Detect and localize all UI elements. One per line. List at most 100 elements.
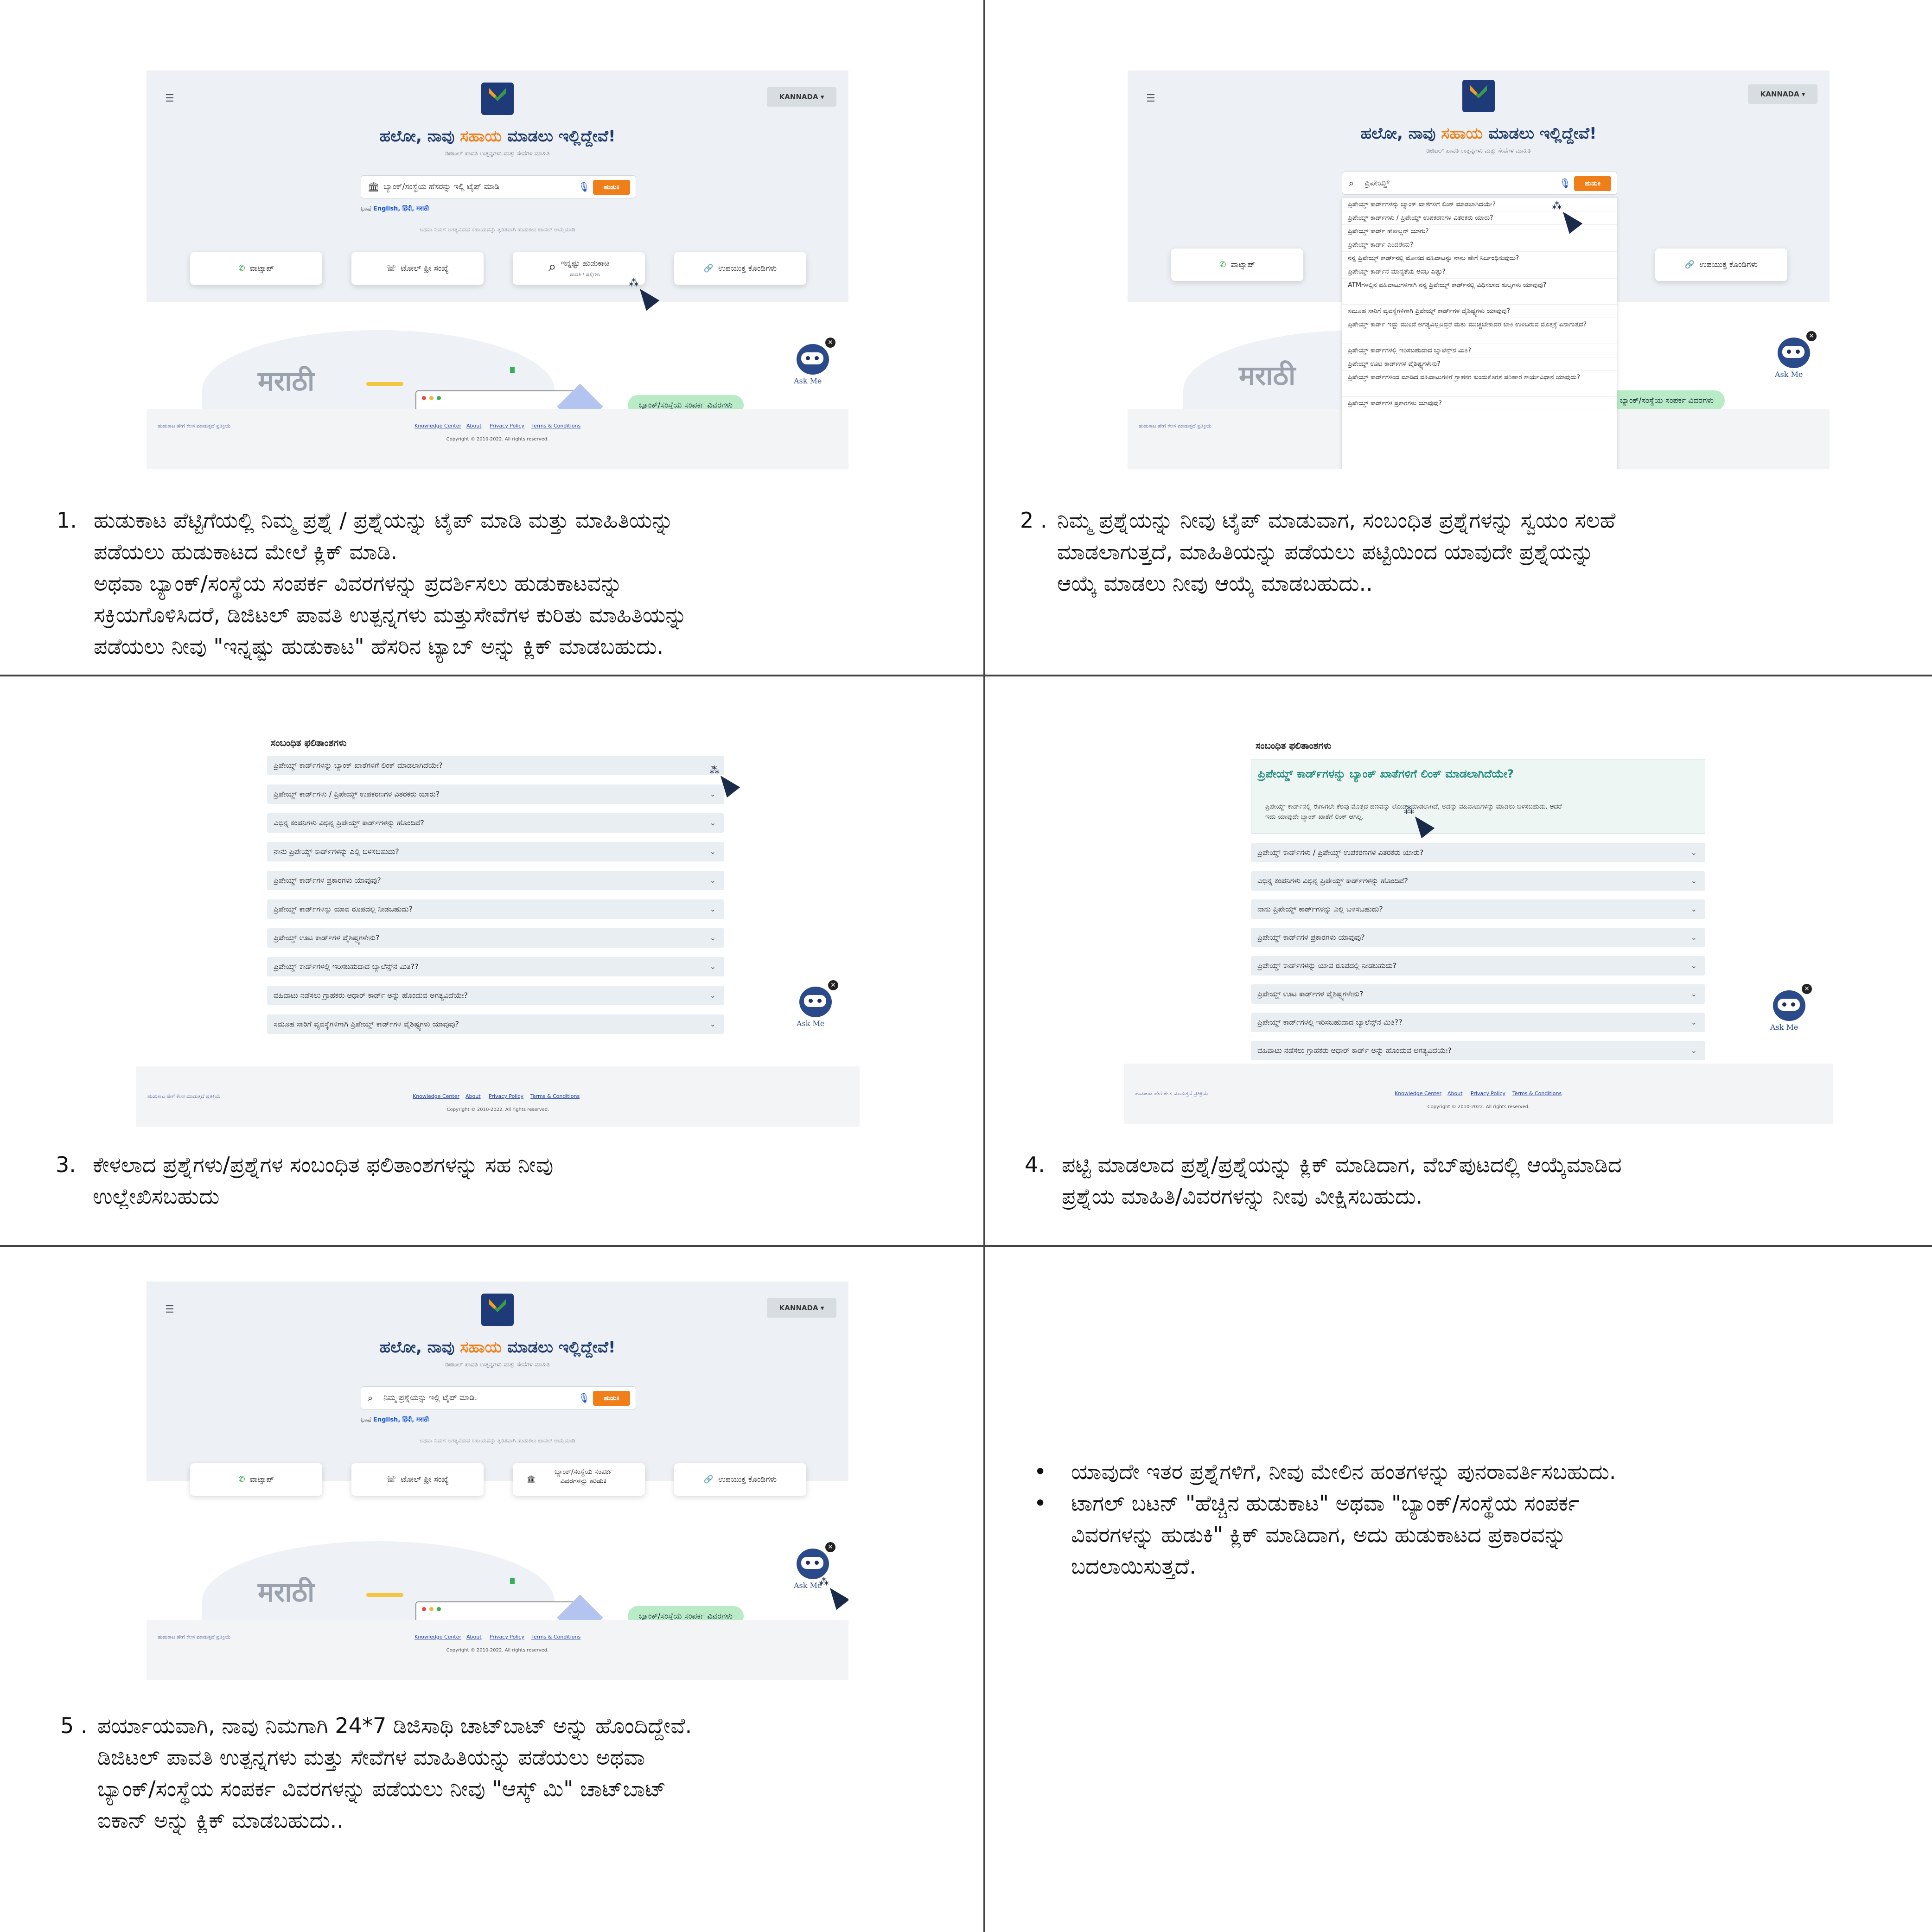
related-question-row[interactable]: ಪ್ರಿಪೇಯ್ಡ್ ಕಾರ್ಡ್‌ಗಳನ್ನು ಯಾವ ರೂಪದಲ್ಲಿ ನೀ…	[267, 899, 724, 919]
microphone-icon[interactable]: 🎙	[578, 181, 590, 192]
tollfree-card[interactable]: ☏ ಟೋಲ್ ಫ್ರೀ ಸಂಖ್ಯೆ	[351, 252, 484, 285]
chevron-down-icon[interactable]: ⌄	[1691, 984, 1697, 1004]
suggestion-item[interactable]: ATMಗಳಲ್ಲಿನ ವಹಿವಾಟುಗಳಿಗಾಗಿ ನನ್ನ ಪ್ರಿಪೇಯ್ಡ…	[1342, 279, 1617, 305]
related-question-row[interactable]: ವಿಭಿನ್ನ ಕಂಪನಿಗಳು ವಿಭಿನ್ನ ಪ್ರಿಪೇಯ್ಡ್ ಕಾರ್…	[267, 813, 724, 833]
chevron-down-icon[interactable]: ⌄	[1691, 871, 1697, 891]
microphone-icon[interactable]: 🎙	[578, 1392, 590, 1403]
search-button[interactable]: ಹುಡುಕಿ	[1574, 176, 1611, 191]
askme-chatbot-icon[interactable]: ✕ Ask Me	[1768, 984, 1812, 1032]
related-question-row[interactable]: ಪ್ರಿಪೇಯ್ಡ್ ಕಾರ್ಡ್‌ಗಳ ಪ್ರಕಾರಗಳು ಯಾವುವು? ⌄	[267, 871, 724, 890]
search-input[interactable]: ಬ್ಯಾಂಕ್/ಸಂಸ್ಥೆಯ ಹೆಸರನ್ನು ಇಲ್ಲಿ ಟೈಪ್ ಮಾಡಿ	[383, 182, 499, 191]
related-question-row[interactable]: ವಹಿವಾಟು ನಡೆಸಲು ಗ್ರಾಹಕರು ಆಧಾರ್ ಕಾರ್ಡ್ ಅನ್…	[267, 986, 724, 1005]
related-question-row[interactable]: ಪ್ರಿಪೇಯ್ಡ್ ಊಟ ಕಾರ್ಡ್‌ಗಳ ವೈಶಿಷ್ಟ್ಯಗಳೇನು? ⌄	[1251, 984, 1705, 1004]
whatsapp-card[interactable]: ✆ ವಾಟ್ಸಾಪ್	[190, 252, 322, 285]
chevron-down-icon[interactable]: ⌄	[710, 813, 716, 833]
close-icon[interactable]: ✕	[828, 980, 838, 990]
suggestion-item[interactable]: ಸಮೂಹ ಸಾರಿಗೆ ವ್ಯವಸ್ಥೆಗಳಿಗಾಗಿ ಪ್ರಿಪೇಯ್ಡ್ ಕ…	[1342, 305, 1617, 318]
useful-links-card[interactable]: 🔗 ಉಪಯುಕ್ತ ಕೊಂಡಿಗಳು	[674, 252, 806, 285]
related-question-row[interactable]: ವಹಿವಾಟು ನಡೆಸಲು ಗ್ರಾಹಕರು ಆಧಾರ್ ಕಾರ್ಡ್ ಅನ್…	[1251, 1041, 1705, 1060]
related-question-row[interactable]: ಪ್ರಿಪೇಯ್ಡ್ ಕಾರ್ಡ್‌ಗಳನ್ನು ಬ್ಯಾಂಕ್ ಖಾತೆಗಳಿ…	[267, 756, 724, 775]
language-dropdown[interactable]: KANNADA ▾	[767, 87, 836, 107]
close-icon[interactable]: ✕	[1802, 984, 1812, 994]
chevron-down-icon[interactable]: ⌄	[1691, 1013, 1697, 1032]
suggestion-item[interactable]: ಪ್ರಿಪೇಯ್ಡ್ ಕಾರ್ಡ್‌ಗಳಲ್ಲಿ ಇರಿಸಬಹುದಾದ ಬ್ಯಾ…	[1342, 344, 1617, 357]
chevron-down-icon[interactable]: ⌄	[710, 784, 716, 804]
click-spark-icon: ⁂	[709, 765, 720, 777]
related-question-row[interactable]: ನಾನು ಪ್ರಿಪೇಯ್ಡ್ ಕಾರ್ಡ್‌ಗಳನ್ನು ಎಲ್ಲಿ ಬಳಸಬ…	[1251, 899, 1705, 919]
related-question-row[interactable]: ಪ್ರಿಪೇಯ್ಡ್ ಕಾರ್ಡ್‌ಗಳ ಪ್ರಕಾರಗಳು ಯಾವುವು? ⌄	[1251, 928, 1705, 947]
suggestion-item[interactable]: ಪ್ರಿಪೇಯ್ಡ್ ಕಾರ್ಡ್ ಇದ್ದು ಮುಂದೆ ಅಗತ್ಯವಿಲ್ಲ…	[1342, 318, 1617, 344]
askme-chatbot-icon[interactable]: ✕ Ask Me	[792, 1542, 835, 1590]
close-icon[interactable]: ✕	[825, 1542, 835, 1552]
search-input[interactable]: ನಿಮ್ಮ ಪ್ರಶ್ನೆಯನ್ನು ಇಲ್ಲಿ ಟೈಪ್ ಮಾಡಿ.	[383, 1393, 477, 1403]
search-box[interactable]: 🏛 ಬ್ಯಾಂಕ್/ಸಂಸ್ಥೆಯ ಹೆಸರನ್ನು ಇಲ್ಲಿ ಟೈಪ್ ಮಾ…	[361, 175, 636, 198]
suggestion-item[interactable]: ಪ್ರಿಪೇಯ್ಡ್ ಕಾರ್ಡ್‌ಗಳನ್ನು ಬ್ಯಾಂಕ್ ಖಾತೆಗಳಿ…	[1342, 198, 1617, 211]
related-question-row[interactable]: ಪ್ರಿಪೇಯ್ಡ್ ಕಾರ್ಡ್‌ಗಳಲ್ಲಿ ಇರಿಸಬಹುದಾದ ಬ್ಯಾ…	[1251, 1013, 1705, 1032]
suggestion-item[interactable]: ನನ್ನ ಪ್ರಿಪೇಯ್ಡ್ ಕಾರ್ಡ್‌ನಲ್ಲಿ ಮೋಸದ ವಹಿವಾಟ…	[1342, 252, 1617, 265]
open-question-panel[interactable]: ಪ್ರಿಪೇಯ್ಡ್ ಕಾರ್ಡ್‌ಗಳನ್ನು ಬ್ಯಾಂಕ್ ಖಾತೆಗಳಿ…	[1251, 759, 1705, 834]
menu-icon[interactable]: ☰	[1146, 93, 1155, 104]
language-dropdown[interactable]: KANNADA ▾	[1748, 84, 1817, 104]
useful-links-card[interactable]: 🔗 ಉಪಯುಕ್ತ ಕೊಂಡಿಗಳು	[1655, 249, 1787, 281]
bank-contact-search-card[interactable]: 🏛 ಬ್ಯಾಂಕ್/ಸಂಸ್ಥೆಯ ಸಂಪರ್ಕ ವಿವರಗಳನ್ನು ಹುಡುಕ…	[513, 1463, 645, 1496]
chevron-down-icon[interactable]: ⌄	[710, 871, 716, 890]
menu-icon[interactable]: ☰	[165, 1304, 174, 1315]
tollfree-card[interactable]: ☏ ಟೋಲ್ ಫ್ರೀ ಸಂಖ್ಯೆ	[351, 1463, 484, 1496]
hero-subtitle: ಡಿಜಿಟಲ್ ಪಾವತಿ ಉತ್ಪನ್ನಗಳು ಮತ್ತು ಸೇವೆಗಳ ಮಾ…	[445, 1361, 550, 1368]
language-links[interactable]: ಭಾಷೆ English, हिंदी, मराठी	[361, 1415, 429, 1423]
chevron-down-icon[interactable]: ⌄	[1691, 956, 1697, 976]
chevron-down-icon[interactable]: ⌄	[710, 899, 716, 919]
suggestion-item[interactable]: ಪ್ರಿಪೇಯ್ಡ್ ಕಾರ್ಡ್‌ಗಳಿಂದ ಮಾಡಿದ ವಹಿವಾಟುಗಳಿ…	[1342, 371, 1617, 397]
chevron-down-icon[interactable]: ⌄	[710, 928, 716, 948]
askme-chatbot-icon[interactable]: ✕ Ask Me	[792, 338, 835, 385]
more-search-card[interactable]: ⌕ ಇನ್ನಷ್ಟು ಹುಡುಕಾಟ ಪಾವತಿ / ಪ್ರಶ್ನೆಗಳು	[513, 252, 645, 285]
suggestion-item[interactable]: ಪ್ರಿಪೇಯ್ಡ್ ಕಾರ್ಡ್‌ನ ಮಾನ್ಯತೆಯ ಅವಧಿ ಎಷ್ಟು?	[1342, 265, 1617, 279]
search-input[interactable]: ಪ್ರಿಪೇಯ್ಡ್	[1365, 179, 1390, 188]
chevron-down-icon[interactable]: ⌄	[1691, 899, 1697, 919]
chevron-down-icon[interactable]: ⌄	[710, 842, 716, 861]
chevron-down-icon[interactable]: ⌄	[710, 1014, 716, 1034]
chevron-down-icon[interactable]: ⌄	[710, 957, 716, 976]
search-box[interactable]: ⌕ ಪ್ರಿಪೇಯ್ಡ್ 🎙 ಹುಡುಕಿ	[1342, 172, 1617, 195]
language-dropdown[interactable]: KANNADA ▾	[767, 1298, 836, 1318]
askme-chatbot-icon[interactable]: ✕ Ask Me	[1773, 331, 1817, 379]
screenshot-step3: ಸಂಬಂಧಿತ ಫಲಿತಾಂಶಗಳು ಪ್ರಿಪೇಯ್ಡ್ ಕಾರ್ಡ್‌ಗಳನ…	[136, 733, 860, 1127]
microphone-icon[interactable]: 🎙	[1559, 178, 1571, 189]
related-question-row[interactable]: ಪ್ರಿಪೇಯ್ಡ್ ಊಟ ಕಾರ್ಡ್‌ಗಳ ವೈಶಿಷ್ಟ್ಯಗಳೇನು? ⌄	[267, 928, 724, 948]
related-question-label: ಪ್ರಿಪೇಯ್ಡ್ ಕಾರ್ಡ್‌ಗಳ ಪ್ರಕಾರಗಳು ಯಾವುವು?	[274, 876, 381, 885]
illustration-marathi: मराठी	[258, 1576, 315, 1608]
chevron-down-icon[interactable]: ⌄	[710, 986, 716, 1005]
step3-caption: 3. ಕೇಳಲಾದ ಪ್ರಶ್ನೆಗಳು/ಪ್ರಶ್ನೆಗಳ ಸಂಬಂಧಿತ ಫ…	[56, 1152, 554, 1209]
suggestion-item[interactable]: ಪ್ರಿಪೇಯ್ಡ್ ಊಟ ಕಾರ್ಡ್‌ಗಳ ವೈಶಿಷ್ಟ್ಯಗಳೇನು?	[1342, 357, 1617, 371]
askme-chatbot-icon[interactable]: ✕ Ask Me	[795, 980, 838, 1028]
channel-hint: ಅಥವಾ ನಿಮಗೆ ಅಗತ್ಯವಿರುವ ಸಹಾಯವನ್ನು ತ್ವರಿತವಾ…	[420, 1437, 575, 1444]
close-icon[interactable]: ✕	[825, 338, 835, 348]
related-question-row[interactable]: ಸಮೂಹ ಸಾರಿಗೆ ವ್ಯವಸ್ಥೆಗಳಿಗಾಗಿ ಪ್ರಿಪೇಯ್ಡ್ ಕ…	[267, 1014, 724, 1034]
language-links[interactable]: ಭಾಷೆ English, हिंदी, मराठी	[361, 204, 429, 212]
search-button[interactable]: ಹುಡುಕಿ	[593, 180, 630, 195]
open-question[interactable]: ಪ್ರಿಪೇಯ್ಡ್ ಕಾರ್ಡ್‌ಗಳನ್ನು ಬ್ಯಾಂಕ್ ಖಾತೆಗಳಿ…	[1258, 767, 1514, 780]
hero-title: ಹಲೋ, ನಾವು ಸಹಾಯ ಮಾಡಲು ಇಲ್ಲಿದ್ದೇವೆ!	[379, 1338, 616, 1357]
whatsapp-card[interactable]: ✆ ವಾಟ್ಸಾಪ್	[190, 1463, 322, 1496]
suggestion-item[interactable]: ಪ್ರಿಪೇಯ್ಡ್ ಕಾರ್ಡ್ ಎಂದರೇನು?	[1342, 238, 1617, 252]
screenshot-step4: ಸಂಬಂಧಿತ ಫಲಿತಾಂಶಗಳು ಪ್ರಿಪೇಯ್ಡ್ ಕಾರ್ಡ್‌ಗಳನ…	[1124, 733, 1833, 1124]
whatsapp-card[interactable]: ✆ ವಾಟ್ಸಾಪ್	[1171, 249, 1303, 281]
related-question-row[interactable]: ಪ್ರಿಪೇಯ್ಡ್ ಕಾರ್ಡ್‌ಗಳು / ಪ್ರಿಪೇಯ್ಡ್ ಉಪಕರಣ…	[1251, 843, 1705, 862]
chevron-down-icon[interactable]: ⌄	[1691, 928, 1697, 947]
related-question-row[interactable]: ಪ್ರಿಪೇಯ್ಡ್ ಕಾರ್ಡ್‌ಗಳಲ್ಲಿ ಇರಿಸಬಹುದಾದ ಬ್ಯಾ…	[267, 957, 724, 976]
search-box[interactable]: ⌕ ನಿಮ್ಮ ಪ್ರಶ್ನೆಯನ್ನು ಇಲ್ಲಿ ಟೈಪ್ ಮಾಡಿ. 🎙 …	[361, 1386, 636, 1409]
related-results-title: ಸಂಬಂಧಿತ ಫಲಿತಾಂಶಗಳು	[271, 737, 347, 748]
related-question-row[interactable]: ವಿಭಿನ್ನ ಕಂಪನಿಗಳು ವಿಭಿನ್ನ ಪ್ರಿಪೇಯ್ಡ್ ಕಾರ್…	[1251, 871, 1705, 891]
related-question-row[interactable]: ನಾನು ಪ್ರಿಪೇಯ್ಡ್ ಕಾರ್ಡ್‌ಗಳನ್ನು ಎಲ್ಲಿ ಬಳಸಬ…	[267, 842, 724, 861]
chevron-down-icon[interactable]: ⌄	[1691, 843, 1697, 862]
related-question-row[interactable]: ಪ್ರಿಪೇಯ್ಡ್ ಕಾರ್ಡ್‌ಗಳು / ಪ್ರಿಪೇಯ್ಡ್ ಉಪಕರಣ…	[267, 784, 724, 804]
bank-contact-pill: ಬ್ಯಾಂಕ್/ಸಂಸ್ಥೆಯ ಸಂಪರ್ಕ ವಿವರಗಳು	[1609, 390, 1725, 411]
close-icon[interactable]: ✕	[1806, 331, 1817, 341]
related-question-row[interactable]: ಪ್ರಿಪೇಯ್ಡ್ ಕಾರ್ಡ್‌ಗಳನ್ನು ಯಾವ ರೂಪದಲ್ಲಿ ನೀ…	[1251, 956, 1705, 976]
useful-links-card[interactable]: 🔗 ಉಪಯುಕ್ತ ಕೊಂಡಿಗಳು	[674, 1463, 806, 1496]
search-button[interactable]: ಹುಡುಕಿ	[593, 1391, 630, 1406]
chevron-down-icon[interactable]: ⌄	[1691, 1041, 1697, 1060]
screenshot-step5: ☰ KANNADA ▾ ಹಲೋ, ನಾವು ಸಹಾಯ ಮಾಡಲು ಇಲ್ಲಿದ್…	[147, 1282, 848, 1680]
menu-icon[interactable]: ☰	[165, 93, 174, 104]
suggestion-item[interactable]: ಪ್ರಿಪೇಯ್ಡ್ ಕಾರ್ಡ್‌ಗಳ ಪ್ರಕಾರಗಳು ಯಾವುವು?	[1342, 397, 1617, 410]
